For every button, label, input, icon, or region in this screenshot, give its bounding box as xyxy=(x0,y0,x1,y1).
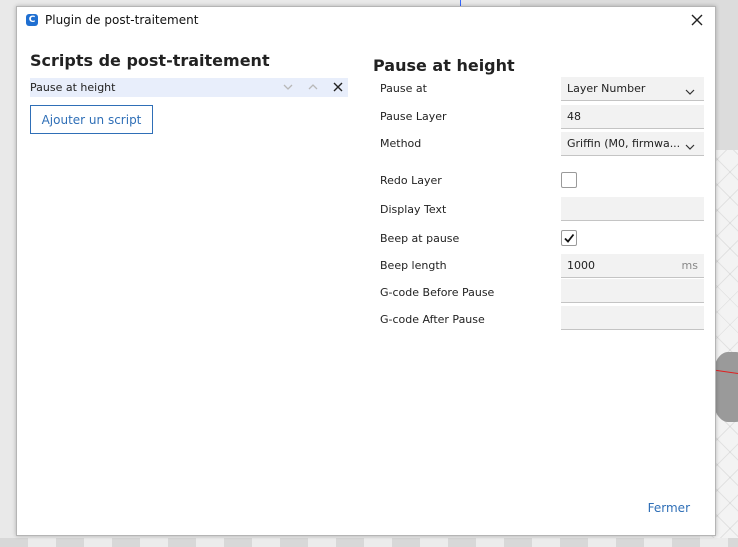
beep-at-pause-checkbox[interactable] xyxy=(561,230,577,246)
beep-length-input[interactable]: 1000 ms xyxy=(561,254,704,278)
close-button[interactable]: Fermer xyxy=(648,501,690,515)
cura-app-icon: C xyxy=(26,14,38,26)
beep-length-label: Beep length xyxy=(380,259,447,272)
checkmark-icon xyxy=(564,233,575,243)
gcode-before-label: G-code Before Pause xyxy=(380,286,495,299)
remove-script-icon[interactable] xyxy=(330,79,346,95)
gcode-after-label: G-code After Pause xyxy=(380,313,485,326)
beep-length-unit: ms xyxy=(681,259,698,272)
move-down-icon[interactable] xyxy=(280,79,296,95)
pause-at-value: Layer Number xyxy=(567,82,646,95)
script-item-label: Pause at height xyxy=(30,81,116,94)
close-icon[interactable] xyxy=(687,10,707,30)
script-list-item[interactable]: Pause at height xyxy=(30,78,348,97)
method-dropdown[interactable]: Griffin (M0, firmwa... xyxy=(561,132,704,156)
pause-at-dropdown[interactable]: Layer Number xyxy=(561,77,704,101)
beep-at-pause-label: Beep at pause xyxy=(380,232,460,245)
redo-layer-label: Redo Layer xyxy=(380,174,442,187)
titlebar: C Plugin de post-traitement xyxy=(17,7,715,35)
method-value: Griffin (M0, firmwa... xyxy=(567,137,681,150)
chevron-down-icon xyxy=(684,83,696,95)
pause-at-label: Pause at xyxy=(380,82,427,95)
add-script-button[interactable]: Ajouter un script xyxy=(30,105,153,134)
pause-layer-value: 48 xyxy=(567,110,581,123)
script-settings-heading: Pause at height xyxy=(373,56,515,75)
beep-length-value: 1000 xyxy=(567,259,595,272)
gcode-after-input[interactable] xyxy=(561,306,704,330)
method-label: Method xyxy=(380,137,422,150)
post-processing-dialog: C Plugin de post-traitement Scripts de p… xyxy=(16,6,716,536)
chevron-down-icon xyxy=(684,138,696,150)
pause-layer-input[interactable]: 48 xyxy=(561,105,704,129)
move-up-icon[interactable] xyxy=(305,79,321,95)
display-text-label: Display Text xyxy=(380,203,447,216)
gcode-before-input[interactable] xyxy=(561,279,704,303)
window-title: Plugin de post-traitement xyxy=(45,13,199,27)
scripts-heading: Scripts de post-traitement xyxy=(30,51,270,70)
display-text-input[interactable] xyxy=(561,197,704,221)
pause-layer-label: Pause Layer xyxy=(380,110,447,123)
build-plate-edge xyxy=(0,538,738,547)
redo-layer-checkbox[interactable] xyxy=(561,172,577,188)
